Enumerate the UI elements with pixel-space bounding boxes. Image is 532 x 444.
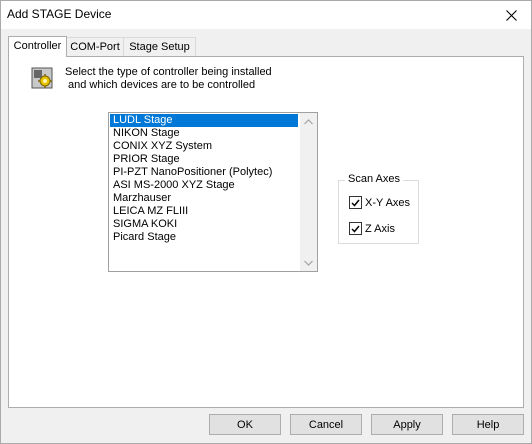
- scroll-down-arrow-icon: [304, 260, 313, 266]
- list-item-conix-xyz-system[interactable]: CONIX XYZ System: [110, 140, 298, 153]
- list-item-asi-ms-2000[interactable]: ASI MS-2000 XYZ Stage: [110, 179, 298, 192]
- tab-stage-setup[interactable]: Stage Setup: [123, 37, 196, 57]
- tab-stage-setup-label: Stage Setup: [129, 41, 190, 53]
- tab-controller[interactable]: Controller: [8, 36, 67, 57]
- xy-axes-check-box[interactable]: [349, 196, 362, 209]
- list-item-picard-stage[interactable]: Picard Stage: [110, 231, 298, 244]
- window-title: Add STAGE Device: [7, 7, 112, 21]
- instruction-line-1: Select the type of controller being inst…: [65, 66, 272, 78]
- ok-button[interactable]: OK: [209, 414, 281, 435]
- close-button[interactable]: [491, 1, 531, 29]
- cancel-button[interactable]: Cancel: [290, 414, 362, 435]
- tab-controller-label: Controller: [13, 40, 62, 52]
- scroll-down-button[interactable]: [300, 254, 317, 271]
- xy-axes-label: X-Y Axes: [365, 196, 411, 209]
- z-axis-label: Z Axis: [365, 222, 395, 235]
- tab-com-port[interactable]: COM-Port: [65, 37, 125, 57]
- instruction-text: Select the type of controller being inst…: [65, 66, 272, 92]
- device-list: LUDL Stage NIKON Stage CONIX XYZ System …: [110, 114, 298, 244]
- scan-axes-legend: Scan Axes: [345, 173, 403, 185]
- controller-type-listbox[interactable]: LUDL Stage NIKON Stage CONIX XYZ System …: [108, 112, 318, 272]
- list-item-ludl-stage[interactable]: LUDL Stage: [110, 114, 298, 127]
- checkmark-icon: [351, 225, 360, 233]
- z-axis-check-box[interactable]: [349, 222, 362, 235]
- title-bar: Add STAGE Device: [1, 1, 531, 29]
- close-icon: [505, 9, 517, 21]
- checkmark-icon: [351, 199, 360, 207]
- scroll-up-button[interactable]: [300, 113, 317, 130]
- list-item-sigma-koki[interactable]: SIGMA KOKI: [110, 218, 298, 231]
- controller-tab-panel: Select the type of controller being inst…: [8, 56, 524, 408]
- list-item-marzhauser[interactable]: Marzhauser: [110, 192, 298, 205]
- list-item-leica-mz-fliii[interactable]: LEICA MZ FLIII: [110, 205, 298, 218]
- wizard-gear-icon: [31, 67, 53, 89]
- scroll-up-arrow-icon: [304, 118, 313, 124]
- help-button[interactable]: Help: [452, 414, 524, 435]
- list-item-nikon-stage[interactable]: NIKON Stage: [110, 127, 298, 140]
- z-axis-checkbox[interactable]: Z Axis: [349, 222, 395, 235]
- instruction-line-2: and which devices are to be controlled: [68, 79, 256, 91]
- apply-button[interactable]: Apply: [371, 414, 443, 435]
- list-item-prior-stage[interactable]: PRIOR Stage: [110, 153, 298, 166]
- list-item-pi-pzt-nanopositioner[interactable]: PI-PZT NanoPositioner (Polytec): [110, 166, 298, 179]
- add-stage-device-dialog: Add STAGE Device Controller COM-Port Sta…: [0, 0, 532, 444]
- vertical-scrollbar[interactable]: [300, 113, 317, 271]
- xy-axes-checkbox[interactable]: X-Y Axes: [349, 196, 410, 209]
- tab-com-port-label: COM-Port: [70, 41, 120, 53]
